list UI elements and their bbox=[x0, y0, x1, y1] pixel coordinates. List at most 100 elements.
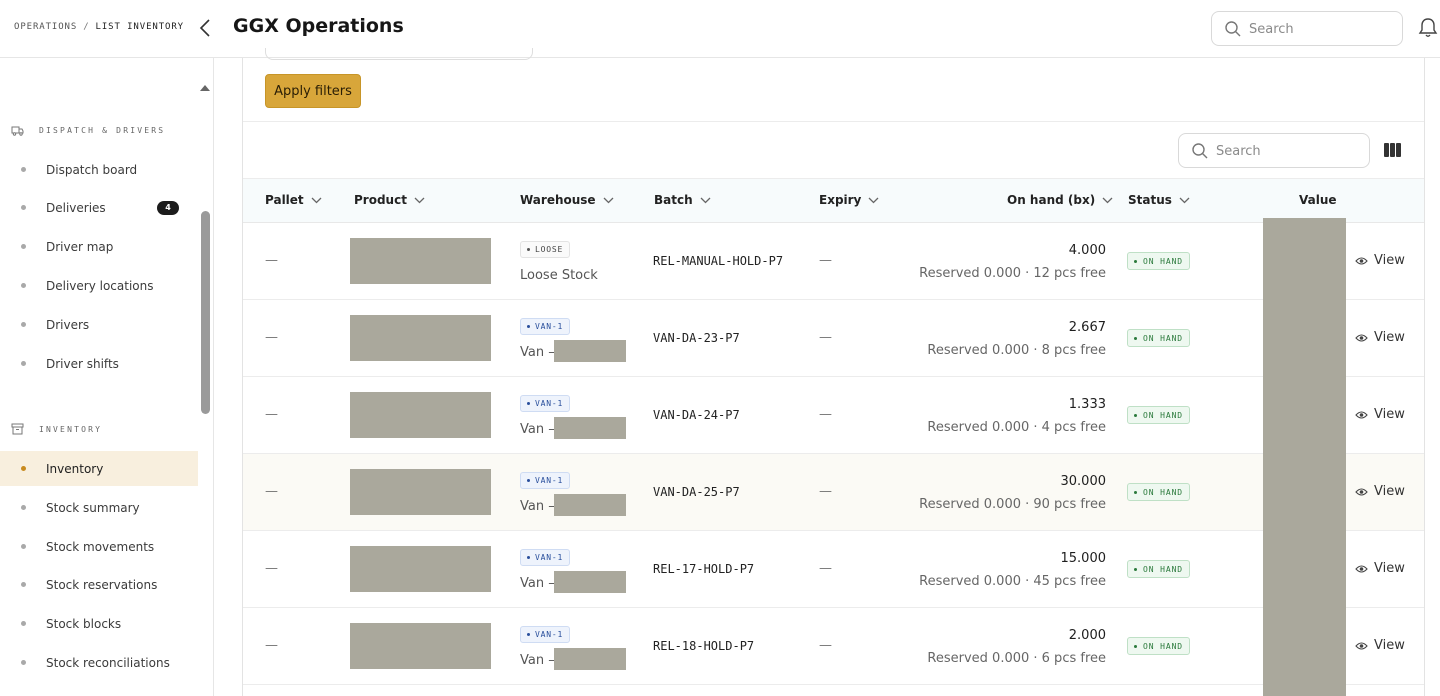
column-header-on-hand[interactable]: On hand (bx) bbox=[1007, 193, 1113, 207]
triangle-up-icon bbox=[200, 85, 210, 91]
on-hand-cell: 2.000 Reserved 0.000 · 6 pcs free bbox=[927, 628, 1106, 666]
batch-cell: VAN-DA-23-P7 bbox=[653, 331, 740, 345]
on-hand-cell: 15.000 Reserved 0.000 · 45 pcs free bbox=[919, 551, 1106, 589]
tag-dot bbox=[527, 633, 530, 636]
view-button[interactable]: View bbox=[1355, 561, 1405, 576]
warehouse-name-redacted bbox=[554, 571, 626, 593]
product-image-redacted bbox=[350, 392, 491, 438]
view-button[interactable]: View bbox=[1355, 407, 1405, 422]
chevron-down-icon bbox=[603, 197, 614, 203]
warehouse-tag: LOOSE bbox=[520, 241, 571, 258]
chevron-down-icon bbox=[1102, 197, 1113, 203]
table-row[interactable]: — LOOSE Loose Stock REL-MANUAL-HOLD-P7 —… bbox=[243, 223, 1424, 300]
sidebar-item-driver-shifts[interactable]: Driver shifts bbox=[0, 346, 198, 381]
status-badge: ON HAND bbox=[1127, 252, 1191, 270]
bullet-dot bbox=[21, 621, 26, 626]
column-header-status[interactable]: Status bbox=[1128, 193, 1190, 207]
eye-icon bbox=[1355, 256, 1368, 265]
sidebar-item-label: Inventory bbox=[46, 461, 104, 476]
sidebar-item-stock-reconciliations[interactable]: Stock reconciliations bbox=[0, 645, 198, 680]
warehouse-name-redacted bbox=[554, 648, 626, 670]
view-label: View bbox=[1374, 638, 1405, 653]
bullet-dot bbox=[21, 660, 26, 665]
view-button[interactable]: View bbox=[1355, 638, 1405, 653]
filter-field[interactable] bbox=[265, 48, 533, 60]
sidebar-scrollbar-thumb[interactable] bbox=[201, 211, 210, 414]
product-image-redacted bbox=[350, 469, 491, 515]
warehouse-tag-label: VAN-1 bbox=[535, 629, 564, 639]
notifications-button[interactable] bbox=[1418, 17, 1438, 43]
section-title: INVENTORY bbox=[39, 424, 103, 434]
warehouse-tag-label: LOOSE bbox=[535, 244, 564, 254]
sidebar-item-stock-blocks[interactable]: Stock blocks bbox=[0, 606, 198, 641]
eye-icon bbox=[1355, 487, 1368, 496]
sidebar-item-label: Driver shifts bbox=[46, 356, 119, 371]
chevron-down-icon bbox=[414, 197, 425, 203]
expiry-cell: — bbox=[819, 484, 832, 499]
column-header-pallet[interactable]: Pallet bbox=[265, 193, 322, 207]
on-hand-cell: 2.667 Reserved 0.000 · 8 pcs free bbox=[927, 320, 1106, 358]
sidebar-item-inventory[interactable]: Inventory bbox=[0, 451, 198, 486]
global-search-input[interactable] bbox=[1249, 19, 1394, 39]
tag-dot bbox=[527, 325, 530, 328]
sidebar-item-drivers[interactable]: Drivers bbox=[0, 307, 198, 342]
chevron-down-icon bbox=[311, 197, 322, 203]
column-label: Status bbox=[1128, 193, 1172, 207]
eye-icon bbox=[1355, 641, 1368, 650]
view-button[interactable]: View bbox=[1355, 484, 1405, 499]
column-header-warehouse[interactable]: Warehouse bbox=[520, 193, 614, 207]
column-header-product[interactable]: Product bbox=[354, 193, 425, 207]
sidebar-item-dispatch-board[interactable]: Dispatch board bbox=[0, 152, 198, 187]
view-button[interactable]: View bbox=[1355, 253, 1405, 268]
warehouse-tag: VAN-1 bbox=[520, 472, 571, 489]
table-row[interactable]: — VAN-1 Van — REL-18-HOLD-P7 — 2.000 Rese… bbox=[243, 608, 1424, 685]
page-title: GGX Operations bbox=[233, 15, 404, 37]
sidebar-item-label: Stock blocks bbox=[46, 616, 122, 631]
collapse-sidebar-button[interactable] bbox=[196, 17, 216, 39]
section-title: DISPATCH & DRIVERS bbox=[39, 125, 166, 135]
warehouse-tag-label: VAN-1 bbox=[535, 398, 564, 408]
section-dispatch-drivers: DISPATCH & DRIVERS bbox=[11, 122, 165, 138]
on-hand-quantity: 4.000 bbox=[1068, 243, 1106, 258]
sidebar-item-stock-summary[interactable]: Stock summary bbox=[0, 490, 198, 525]
table-search[interactable] bbox=[1178, 133, 1370, 168]
on-hand-quantity: 2.667 bbox=[1068, 320, 1106, 335]
sidebar-item-delivery-locations[interactable]: Delivery locations bbox=[0, 268, 198, 303]
column-header-batch[interactable]: Batch bbox=[654, 193, 711, 207]
sidebar-item-label: Delivery locations bbox=[46, 278, 154, 293]
warehouse-name-redacted bbox=[554, 340, 626, 362]
table-row[interactable]: — VAN-1 Van — VAN-DA-24-P7 — 1.333 Reserv… bbox=[243, 377, 1424, 454]
table-row[interactable]: — VAN-1 Van — VAN-DA-25-P7 — 30.000 Reser… bbox=[243, 454, 1424, 531]
table-row[interactable]: — VAN-1 Van — VAN-DA-23-P7 — 2.667 Reserv… bbox=[243, 300, 1424, 377]
table-row[interactable]: — VAN-1 Van — REL-17-HOLD-P7 — 15.000 Res… bbox=[243, 531, 1424, 608]
breadcrumb: OPERATIONS / LIST INVENTORY bbox=[14, 22, 184, 32]
chevron-down-icon bbox=[700, 197, 711, 203]
status-badge: ON HAND bbox=[1127, 637, 1191, 655]
on-hand-cell: 30.000 Reserved 0.000 · 90 pcs free bbox=[919, 474, 1106, 512]
columns-toggle-button[interactable] bbox=[1383, 142, 1402, 158]
eye-icon bbox=[1355, 410, 1368, 419]
archive-box-icon bbox=[11, 423, 24, 435]
pallet-cell: — bbox=[265, 638, 278, 653]
product-image-redacted bbox=[350, 623, 491, 669]
batch-cell: REL-18-HOLD-P7 bbox=[653, 639, 755, 653]
pallet-cell: — bbox=[265, 561, 278, 576]
sidebar-scroll-up[interactable] bbox=[199, 78, 211, 91]
apply-filters-button[interactable]: Apply filters bbox=[265, 74, 361, 108]
sidebar-item-stock-movements[interactable]: Stock movements bbox=[0, 529, 198, 564]
column-header-expiry[interactable]: Expiry bbox=[819, 193, 879, 207]
sidebar: DISPATCH & DRIVERS Dispatch board Delive… bbox=[0, 58, 214, 696]
global-search[interactable] bbox=[1211, 11, 1403, 46]
column-header-value: Value bbox=[1299, 193, 1337, 207]
column-label: Value bbox=[1299, 193, 1337, 207]
sidebar-item-driver-map[interactable]: Driver map bbox=[0, 229, 198, 264]
sidebar-item-label: Stock summary bbox=[46, 500, 140, 515]
status-badge: ON HAND bbox=[1127, 329, 1191, 347]
sidebar-item-deliveries[interactable]: Deliveries 4 bbox=[0, 190, 198, 225]
view-label: View bbox=[1374, 253, 1405, 268]
sidebar-item-stock-reservations[interactable]: Stock reservations bbox=[0, 567, 198, 602]
view-button[interactable]: View bbox=[1355, 330, 1405, 345]
table-search-input[interactable] bbox=[1216, 141, 1361, 161]
status-dot bbox=[1134, 413, 1137, 417]
breadcrumb-root[interactable]: OPERATIONS bbox=[14, 22, 77, 32]
